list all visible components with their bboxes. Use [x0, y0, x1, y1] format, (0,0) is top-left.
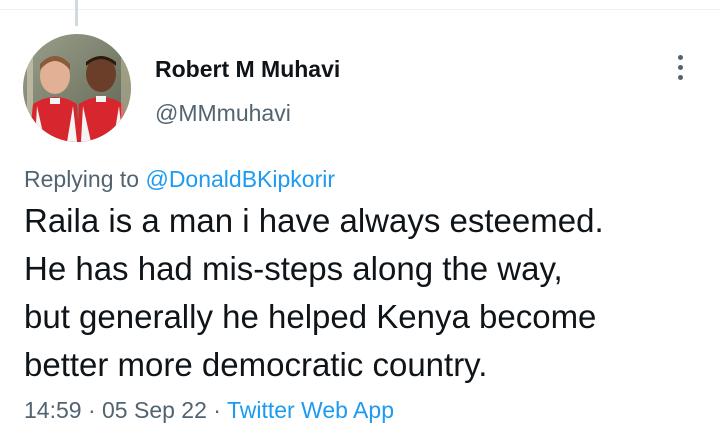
author-handle[interactable]: @MMmuhavi [155, 99, 340, 127]
profile-photo-icon [23, 34, 131, 142]
more-options-icon [677, 54, 683, 60]
meta-separator: · [213, 397, 221, 423]
tweet-meta: 14:59 · 05 Sep 22 · Twitter Web App [24, 396, 394, 424]
reply-mention-link[interactable]: @DonaldBKipkorir [145, 166, 335, 192]
more-options-button[interactable] [664, 50, 696, 84]
tweet-text-line: He has had mis-steps along the way, [24, 250, 563, 287]
reply-context: Replying to @DonaldBKipkorir [24, 165, 335, 193]
reply-context-prefix: Replying to [24, 166, 140, 192]
meta-separator: · [87, 397, 96, 423]
tweet-text: Raila is a man i have always esteemed. H… [24, 197, 704, 389]
tweet-text-line: better more democratic country. [24, 346, 488, 383]
tweet-text-line: Raila is a man i have always esteemed. [24, 202, 604, 239]
tweet-time-link[interactable]: 14:59 [24, 397, 82, 423]
more-options-icon-dot [677, 74, 683, 80]
tweet-source-link[interactable]: Twitter Web App [227, 397, 394, 423]
top-divider [0, 9, 720, 10]
thread-connector-line [75, 0, 78, 26]
author-info: Robert M Muhavi @MMmuhavi [155, 55, 340, 127]
more-options-icon-dot [677, 64, 683, 70]
tweet-detail: Robert M Muhavi @MMmuhavi Replying to @D… [0, 0, 720, 446]
tweet-text-line: but generally he helped Kenya become [24, 298, 597, 335]
avatar[interactable] [23, 34, 131, 142]
author-display-name[interactable]: Robert M Muhavi [155, 55, 340, 83]
tweet-date[interactable]: 05 Sep 22 [102, 397, 207, 423]
